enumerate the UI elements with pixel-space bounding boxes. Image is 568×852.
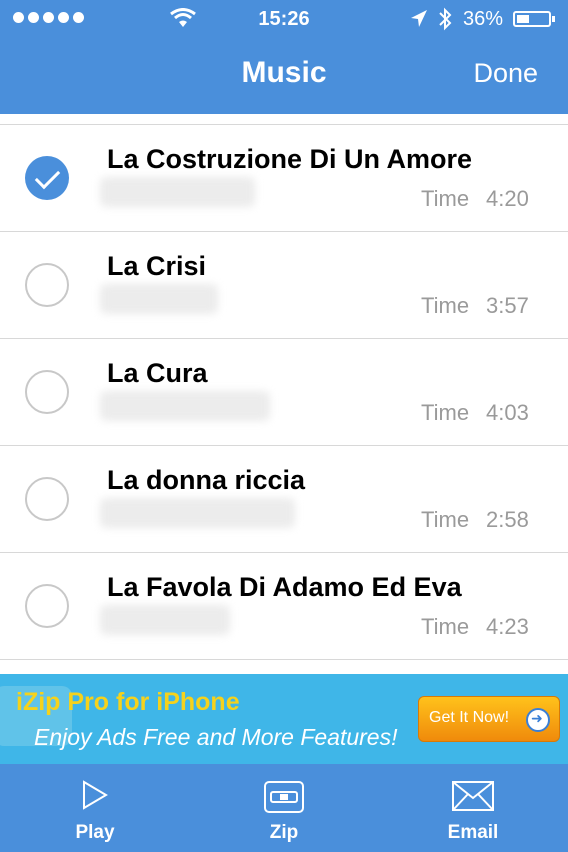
unchecked-circle-icon[interactable] [25,263,69,307]
song-duration: 4:03 [486,400,529,425]
blurred-artist [100,177,255,207]
done-button[interactable]: Done [473,58,538,89]
checkmark-icon[interactable] [25,156,69,200]
time-label: Time [421,186,470,211]
song-list: La Costruzione Di Un Amore Time 4:20 La … [0,124,568,660]
ad-title: iZip Pro for iPhone [16,688,240,716]
time-label: Time [421,293,470,318]
unchecked-circle-icon[interactable] [25,477,69,521]
ad-banner[interactable]: iZip Pro for iPhone Enjoy Ads Free and M… [0,674,568,764]
song-duration: 4:20 [486,186,529,211]
nav-header: 15:26 36% Music Done [0,0,568,114]
song-row[interactable]: La Favola Di Adamo Ed Eva Time 4:23 [0,553,568,660]
blurred-artist [100,284,218,314]
tab-zip[interactable]: Zip [219,764,349,852]
tab-zip-label: Zip [269,822,299,843]
song-duration: 4:23 [486,614,529,639]
song-row[interactable]: La donna riccia Time 2:58 [0,446,568,553]
song-title: La donna riccia [107,465,306,495]
tab-play-label: Play [75,822,115,843]
location-arrow-icon [411,10,427,27]
tab-email-label: Email [447,822,499,843]
song-title: La Crisi [107,251,207,281]
bluetooth-icon [439,7,452,31]
song-row[interactable]: La Costruzione Di Un Amore Time 4:20 [0,125,568,232]
zip-icon [264,781,304,813]
arrow-right-icon [526,708,550,732]
time-label: Time [421,614,470,639]
unchecked-circle-icon[interactable] [25,584,69,628]
song-row[interactable]: La Cura Time 4:03 [0,339,568,446]
tab-email[interactable]: Email [408,764,538,852]
get-it-now-label: Get It Now! [429,709,510,726]
blurred-artist [100,391,270,421]
tab-bar: Play Zip Email [0,764,568,852]
play-icon [83,780,108,810]
song-duration: 3:57 [486,293,529,318]
song-duration: 2:58 [486,507,529,532]
song-title: La Favola Di Adamo Ed Eva [107,572,462,602]
song-title: La Cura [107,358,208,388]
ad-subtitle: Enjoy Ads Free and More Features! [34,724,398,750]
blurred-artist [100,605,230,635]
song-title: La Costruzione Di Un Amore [107,144,473,174]
time-label: Time [421,400,470,425]
unchecked-circle-icon[interactable] [25,370,69,414]
time-label: Time [421,507,470,532]
battery-icon [513,11,555,27]
blurred-artist [100,498,295,528]
status-bar: 15:26 36% [0,0,568,40]
get-it-now-button[interactable]: Get It Now! [418,696,560,742]
envelope-icon [452,781,494,811]
battery-percentage: 36% [463,8,504,30]
song-row[interactable]: La Crisi Time 3:57 [0,232,568,339]
tab-play[interactable]: Play [30,764,160,852]
